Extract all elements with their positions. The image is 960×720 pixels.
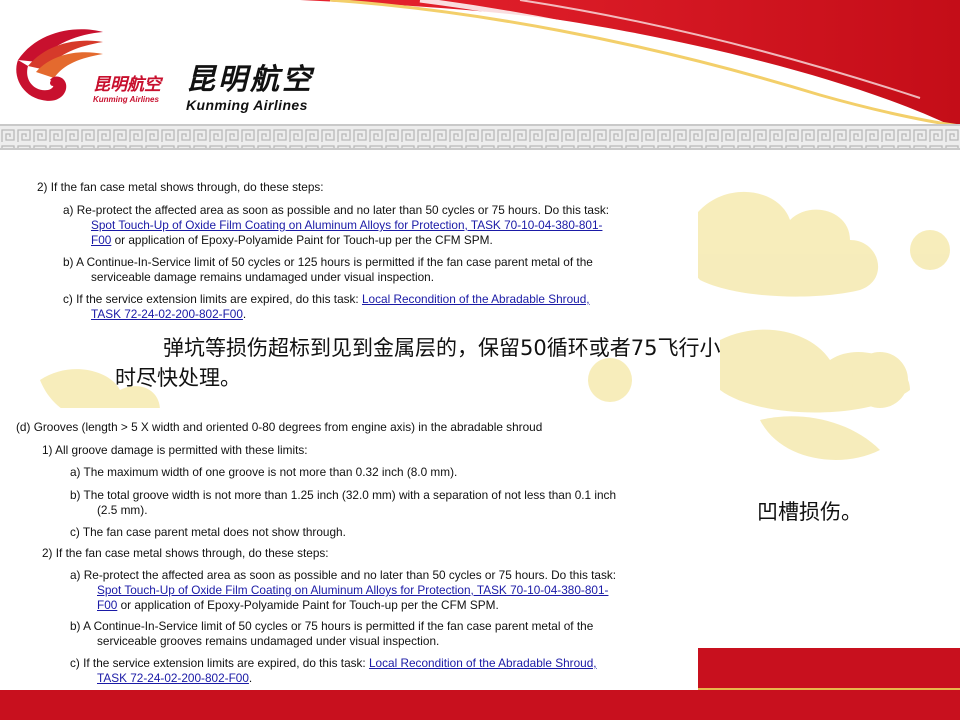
step-1c-text: c) The fan case parent metal does not sh… [70,525,346,539]
task-link-local-recondition[interactable]: Local Recondition of the Abradable Shrou… [369,656,597,670]
step-2a-tail: or application of Epoxy-Polyamide Paint … [111,233,493,247]
step-2a-text: a) Re-protect the affected area as soon … [63,203,610,217]
step-1a-text: a) The maximum width of one groove is no… [70,465,458,479]
step-2b-text-line2: serviceable damage remains undamaged und… [91,270,434,284]
chinese-note-groove: 凹槽损伤。 [757,500,862,524]
manual-excerpt-bottom: (d) Grooves (length > 5 X width and orie… [0,408,698,690]
task-link-spot-touch-up-suffix[interactable]: F00 [97,598,117,612]
task-link-spot-touch-up[interactable]: Spot Touch-Up of Oxide Film Coating on A… [91,218,602,233]
step-1b-text-line2: (2.5 mm). [97,503,148,517]
task-link-spot-touch-up-suffix[interactable]: F00 [91,233,111,247]
right-red-block [698,648,960,720]
task-link-spot-touch-up[interactable]: Spot Touch-Up of Oxide Film Coating on A… [97,583,608,598]
task-link-local-recondition-number[interactable]: TASK 72-24-02-200-802-F00 [97,671,249,685]
step-2-heading: 2) If the fan case metal shows through, … [42,546,329,560]
step-2c-text: c) If the service extension limits are e… [63,292,362,306]
logo-small-chinese: 昆明航空 [93,75,161,95]
logo-large-chinese: 昆明航空 [186,62,315,96]
grooves-heading: (d) Grooves (length > 5 X width and orie… [16,420,543,434]
task-link-local-recondition[interactable]: Local Recondition of the Abradable Shrou… [362,292,590,306]
logo-small-english: Kunming Airlines [93,95,159,104]
logo-large-english: Kunming Airlines [186,97,308,113]
chinese-note-crater-line2: 时尽快处理。 [115,366,241,390]
decorative-band [0,124,960,150]
step-2b-text-line2: serviceable grooves remains undamaged un… [97,634,440,648]
chinese-note-crater-line1: 弹坑等损伤超标到见到金属层的，保留50循环或者75飞行小 [163,336,721,360]
step-2b-text: b) A Continue-In-Service limit of 50 cyc… [70,619,594,633]
step-2c-text: c) If the service extension limits are e… [70,656,369,670]
step-2a-text: a) Re-protect the affected area as soon … [70,568,617,582]
step-2-heading: 2) If the fan case metal shows through, … [37,180,324,194]
step-2b-text: b) A Continue-In-Service limit of 50 cyc… [63,255,593,269]
logo-small: 昆明航空 Kunming Airlines [93,76,175,104]
logo-large: 昆明航空 Kunming Airlines [186,64,336,113]
step-1-heading: 1) All groove damage is permitted with t… [42,443,308,457]
manual-excerpt-top: 2) If the fan case metal shows through, … [30,172,698,322]
chinese-note-crater: 弹坑等损伤超标到见到金属层的，保留50循环或者75飞行小 时尽快处理。 [115,333,815,393]
step-2a-tail: or application of Epoxy-Polyamide Paint … [117,598,499,612]
step-1b-text: b) The total groove width is not more th… [70,488,617,502]
task-link-local-recondition-number[interactable]: TASK 72-24-02-200-802-F00 [91,307,243,321]
